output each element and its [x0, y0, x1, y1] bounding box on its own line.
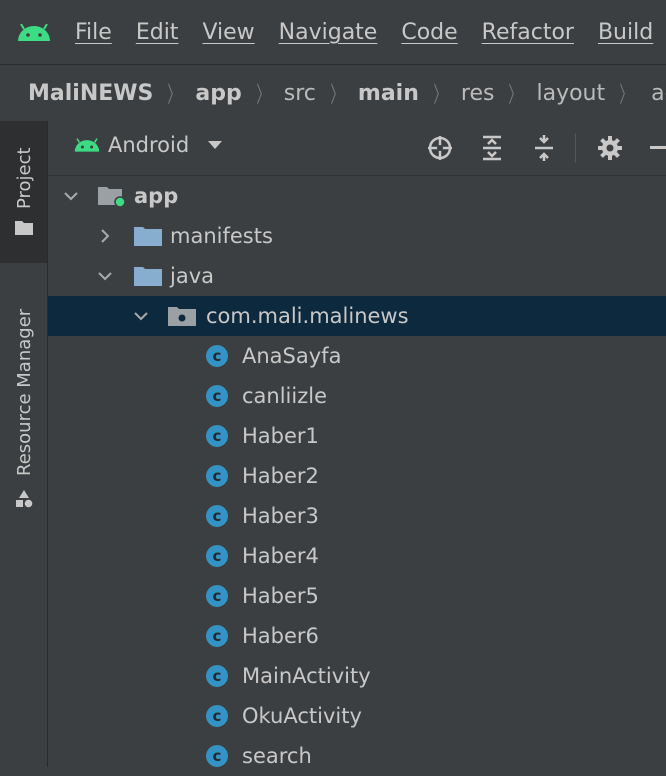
breadcrumb-separator-icon: 〉 — [619, 83, 633, 108]
resource-manager-tab-label: Resource Manager — [14, 308, 35, 476]
breadcrumb-separator-icon: 〉 — [433, 83, 447, 108]
expand-all-icon[interactable] — [479, 135, 505, 161]
breadcrumb-separator-icon: 〉 — [330, 83, 344, 108]
menu-code[interactable]: Code — [401, 20, 457, 45]
tree-node-class[interactable]: c OkuActivity — [48, 696, 666, 736]
dropdown-arrow-icon — [208, 141, 223, 149]
tree-label-class: Haber2 — [242, 464, 319, 488]
tree-label-package: com.mali.malinews — [206, 304, 409, 328]
folder-icon — [15, 221, 33, 235]
tree-label-class: Haber1 — [242, 424, 319, 448]
folder-icon — [134, 227, 162, 246]
tree-node-class[interactable]: c canliizle — [48, 376, 666, 416]
minimize-icon[interactable] — [650, 146, 666, 149]
breadcrumb-item-src[interactable]: src — [284, 81, 316, 106]
android-logo-icon — [18, 24, 50, 41]
resource-manager-tool-tab[interactable]: Resource Manager — [0, 286, 47, 516]
tree-label-manifests: manifests — [170, 224, 273, 248]
view-mode-label: Android — [108, 133, 190, 157]
tree-label-class: MainActivity — [242, 664, 371, 688]
breadcrumb-item-app[interactable]: app — [195, 81, 241, 106]
collapse-all-icon[interactable] — [531, 135, 557, 161]
tree-label-java: java — [170, 264, 214, 288]
tree-label-class: Haber4 — [242, 544, 319, 568]
tree-node-java[interactable]: java — [48, 256, 666, 296]
resource-manager-icon — [16, 490, 33, 508]
tree-node-class[interactable]: c MainActivity — [48, 656, 666, 696]
module-folder-icon — [98, 187, 126, 207]
tree-label-class: AnaSayfa — [242, 344, 342, 368]
breadcrumb-item-layout[interactable]: layout — [536, 81, 605, 106]
class-icon: c — [206, 545, 228, 567]
project-tool-tab[interactable]: Project — [0, 121, 47, 263]
tree-label-app: app — [134, 184, 179, 208]
class-icon: c — [206, 505, 228, 527]
tree-label-class: Haber6 — [242, 624, 319, 648]
tree-label-class: OkuActivity — [242, 704, 362, 728]
breadcrumb-separator-icon: 〉 — [167, 83, 181, 108]
menu-view[interactable]: View — [202, 20, 254, 45]
tree-node-class[interactable]: c Haber6 — [48, 616, 666, 656]
tree-node-class[interactable]: c Haber2 — [48, 456, 666, 496]
menu-build[interactable]: Build — [598, 20, 653, 45]
breadcrumb-item-res[interactable]: res — [461, 81, 495, 106]
tree-node-class[interactable]: c search — [48, 736, 666, 776]
breadcrumb-item-main[interactable]: main — [358, 81, 419, 106]
breadcrumb-item-malinews[interactable]: MaliNEWS — [28, 81, 153, 106]
breadcrumb-separator-icon: 〉 — [256, 83, 270, 108]
menu-bar: File Edit View Navigate Code Refactor Bu… — [0, 0, 666, 64]
menu-navigate[interactable]: Navigate — [279, 20, 378, 45]
class-icon: c — [206, 745, 228, 767]
class-icon: c — [206, 425, 228, 447]
breadcrumb: MaliNEWS 〉 app 〉 src 〉 main 〉 res 〉 layo… — [0, 64, 666, 122]
menu-items: File Edit View Navigate Code Refactor Bu… — [75, 0, 666, 64]
tree-label-class: Haber3 — [242, 504, 319, 528]
view-mode-selector[interactable]: Android — [74, 133, 223, 157]
tree-node-class[interactable]: c Haber3 — [48, 496, 666, 536]
tree-label-class: canliizle — [242, 384, 328, 408]
tree-node-class[interactable]: c Haber5 — [48, 576, 666, 616]
breadcrumb-item-activity-file[interactable]: activity_ — [651, 81, 666, 106]
android-icon — [74, 137, 100, 152]
menu-file[interactable]: File — [75, 20, 112, 45]
tree-node-app[interactable]: app — [48, 176, 666, 216]
package-folder-icon — [168, 307, 196, 326]
breadcrumb-separator-icon: 〉 — [508, 83, 523, 108]
class-icon: c — [206, 465, 228, 487]
chevron-right-icon[interactable] — [98, 229, 112, 243]
tree-node-manifests[interactable]: manifests — [48, 216, 666, 256]
menu-edit[interactable]: Edit — [136, 20, 179, 45]
tree-node-package[interactable]: com.mali.malinews — [48, 296, 666, 336]
class-icon: c — [206, 665, 228, 687]
chevron-down-icon[interactable] — [98, 269, 112, 283]
locate-icon[interactable] — [427, 135, 453, 161]
class-icon: c — [206, 585, 228, 607]
project-panel-toolbar: Android — [48, 121, 666, 176]
folder-icon — [134, 267, 162, 286]
menu-refactor[interactable]: Refactor — [482, 20, 574, 45]
tree-node-class[interactable]: c Haber4 — [48, 536, 666, 576]
tree-label-class: search — [242, 744, 312, 768]
class-icon: c — [206, 345, 228, 367]
tree-node-class[interactable]: c Haber1 — [48, 416, 666, 456]
chevron-down-icon[interactable] — [134, 309, 148, 323]
project-panel: Android app manifests java com.mali.mali… — [48, 121, 666, 768]
gear-icon[interactable] — [597, 135, 623, 161]
tool-window-strip: Project Resource Manager — [0, 121, 48, 767]
tree-label-class: Haber5 — [242, 584, 319, 608]
class-icon: c — [206, 705, 228, 727]
chevron-down-icon[interactable] — [64, 189, 78, 203]
class-icon: c — [206, 385, 228, 407]
tree-node-class[interactable]: c AnaSayfa — [48, 336, 666, 376]
class-icon: c — [206, 625, 228, 647]
toolbar-divider — [575, 133, 576, 163]
project-tab-label: Project — [14, 147, 35, 209]
